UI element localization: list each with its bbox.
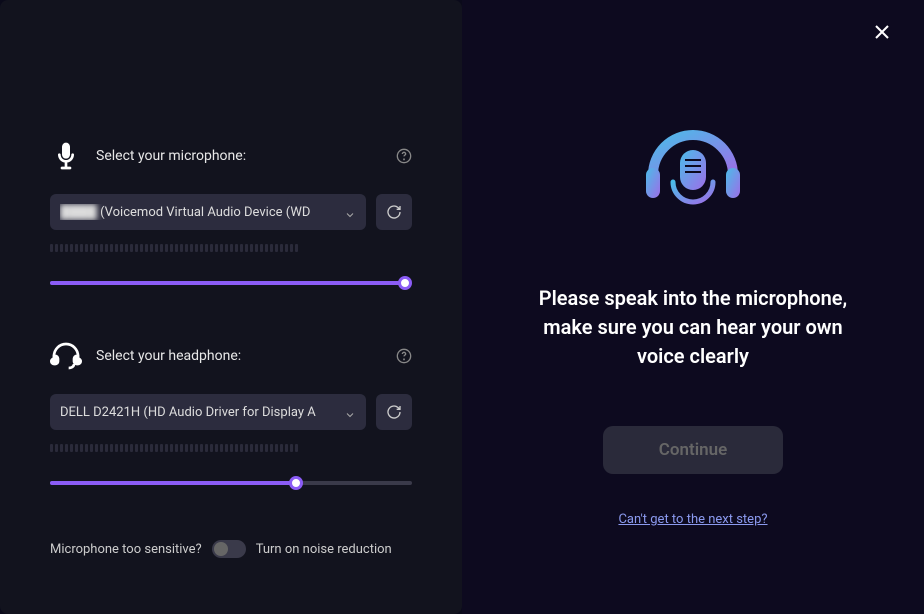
microphone-level-meter — [50, 244, 412, 252]
chevron-down-icon — [344, 206, 356, 218]
microphone-icon — [50, 140, 82, 172]
microphone-device-visible: (Voicemod Virtual Audio Device (WD — [100, 205, 310, 220]
microphone-section: Select your microphone: ████ (Voicemod V… — [50, 140, 412, 290]
noise-reduction-row: Microphone too sensitive? Turn on noise … — [50, 540, 412, 558]
help-icon[interactable] — [396, 148, 412, 164]
headphone-device: DELL D2421H (HD Audio Driver for Display… — [60, 405, 338, 420]
microphone-dropdown[interactable]: ████ (Voicemod Virtual Audio Device (WD — [50, 194, 366, 230]
help-link[interactable]: Can't get to the next step? — [618, 512, 767, 527]
noise-question: Microphone too sensitive? — [50, 542, 202, 557]
microphone-refresh-button[interactable] — [376, 194, 412, 230]
headphone-level-meter — [50, 444, 412, 452]
settings-panel: Select your microphone: ████ (Voicemod V… — [0, 0, 462, 614]
headphone-refresh-button[interactable] — [376, 394, 412, 430]
help-icon[interactable] — [396, 348, 412, 364]
noise-reduction-toggle[interactable] — [212, 540, 246, 558]
microphone-device-blurred: ████ — [60, 204, 97, 220]
headphone-icon — [50, 340, 82, 372]
noise-action: Turn on noise reduction — [256, 542, 392, 557]
headphone-volume-slider[interactable] — [50, 476, 412, 490]
close-button[interactable] — [870, 20, 894, 44]
headphone-dropdown[interactable]: DELL D2421H (HD Audio Driver for Display… — [50, 394, 366, 430]
instruction-text: Please speak into the microphone, make s… — [462, 284, 924, 371]
headphone-section: Select your headphone: DELL D2421H (HD A… — [50, 340, 412, 490]
continue-button[interactable]: Continue — [603, 426, 783, 474]
headphone-label: Select your headphone: — [96, 348, 396, 364]
instruction-panel: Please speak into the microphone, make s… — [462, 0, 924, 614]
chevron-down-icon — [344, 406, 356, 418]
microphone-volume-slider[interactable] — [50, 276, 412, 290]
headset-mic-icon — [628, 110, 758, 244]
microphone-label: Select your microphone: — [96, 148, 396, 164]
